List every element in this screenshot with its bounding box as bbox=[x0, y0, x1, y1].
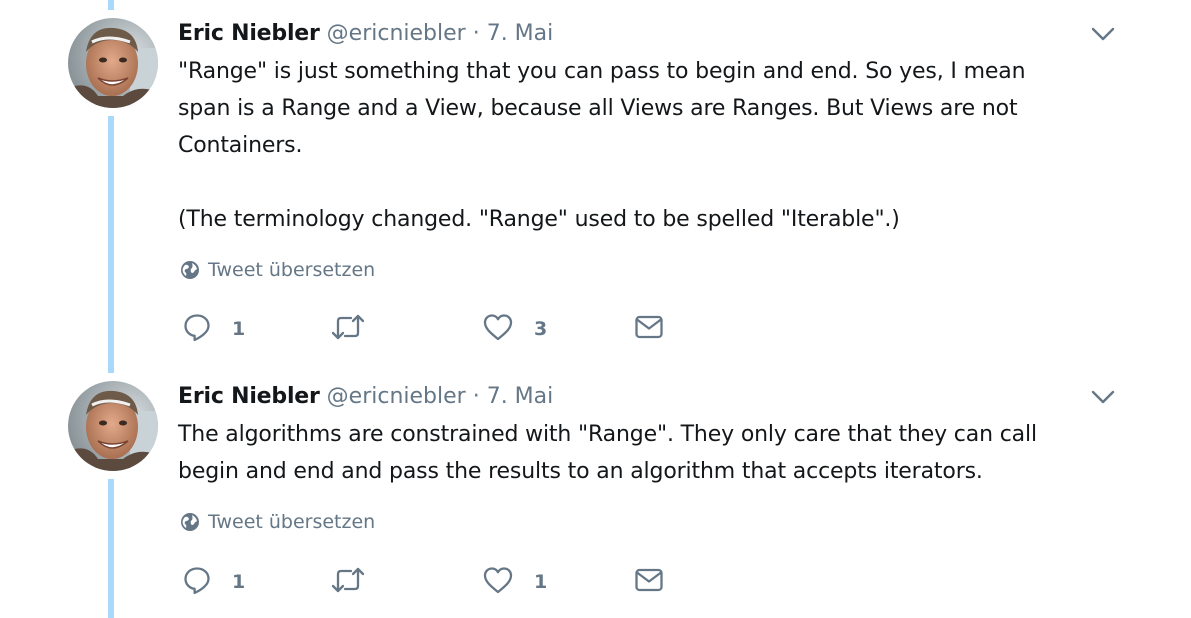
author-handle[interactable]: @ericniebler bbox=[327, 384, 466, 409]
retweet-button[interactable] bbox=[330, 563, 386, 597]
retweet-button[interactable] bbox=[330, 310, 386, 344]
translate-tweet-link[interactable]: Tweet übersetzen bbox=[180, 258, 375, 282]
chevron-down-icon[interactable] bbox=[1091, 25, 1115, 43]
conversation-thread: Eric Niebler @ericniebler · 7. Mai "Rang… bbox=[0, 0, 1191, 618]
author-name[interactable]: Eric Niebler bbox=[178, 384, 320, 409]
like-count: 1 bbox=[534, 571, 548, 593]
header-separator: · bbox=[472, 384, 480, 409]
tweet-timestamp[interactable]: 7. Mai bbox=[487, 384, 554, 409]
globe-icon bbox=[181, 513, 199, 531]
header-separator: · bbox=[472, 21, 480, 46]
tweet-header: Eric Niebler @ericniebler · 7. Mai bbox=[178, 382, 553, 412]
tweet-text: The algorithms are constrained with "Ran… bbox=[178, 422, 1037, 484]
translate-tweet-link[interactable]: Tweet übersetzen bbox=[180, 510, 375, 534]
tweet-actions: 1 1 bbox=[178, 563, 698, 597]
avatar[interactable] bbox=[68, 381, 158, 471]
reply-icon bbox=[184, 314, 210, 342]
author-handle[interactable]: @ericniebler bbox=[327, 21, 466, 46]
avatar[interactable] bbox=[68, 18, 158, 108]
direct-message-button[interactable] bbox=[634, 310, 664, 344]
globe-icon bbox=[181, 261, 199, 279]
heart-icon bbox=[483, 567, 513, 594]
retweet-icon bbox=[331, 567, 365, 593]
tweet-text: "Range" is just something that you can p… bbox=[178, 59, 1026, 232]
tweet-header: Eric Niebler @ericniebler · 7. Mai bbox=[178, 19, 553, 49]
tweet[interactable]: Eric Niebler @ericniebler · 7. Mai The a… bbox=[0, 363, 1191, 618]
reply-icon bbox=[184, 567, 210, 595]
reply-button[interactable]: 1 bbox=[182, 563, 245, 597]
retweet-icon bbox=[331, 314, 365, 340]
heart-icon bbox=[483, 314, 513, 341]
reply-button[interactable]: 1 bbox=[182, 310, 245, 344]
like-button[interactable]: 1 bbox=[482, 563, 547, 597]
tweet[interactable]: Eric Niebler @ericniebler · 7. Mai "Rang… bbox=[0, 0, 1191, 363]
direct-message-button[interactable] bbox=[634, 563, 664, 597]
like-button[interactable]: 3 bbox=[482, 310, 547, 344]
translate-label: Tweet übersetzen bbox=[208, 259, 376, 281]
envelope-icon bbox=[635, 568, 663, 592]
author-name[interactable]: Eric Niebler bbox=[178, 21, 320, 46]
tweet-actions: 1 3 bbox=[178, 310, 698, 344]
envelope-icon bbox=[635, 315, 663, 339]
translate-label: Tweet übersetzen bbox=[208, 511, 376, 533]
reply-count: 1 bbox=[232, 571, 246, 593]
like-count: 3 bbox=[534, 318, 548, 340]
chevron-down-icon[interactable] bbox=[1091, 388, 1115, 406]
reply-count: 1 bbox=[232, 318, 246, 340]
tweet-timestamp[interactable]: 7. Mai bbox=[487, 21, 554, 46]
